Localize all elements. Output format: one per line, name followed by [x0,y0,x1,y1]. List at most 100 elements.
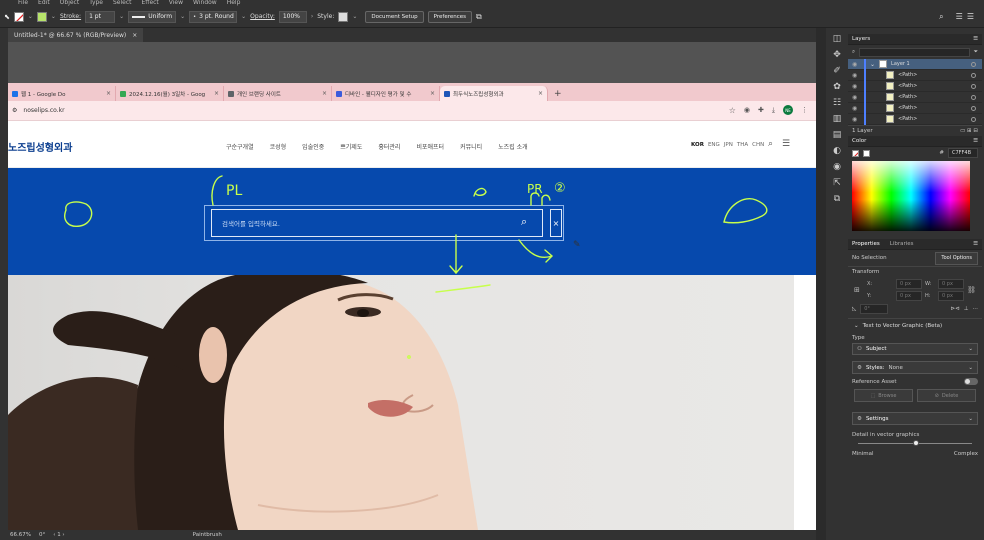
layer-name: <Path> [898,83,918,89]
type-dropdown[interactable]: ⚇ Subject ⌄ [852,343,978,355]
transparency-icon[interactable]: ▤ [833,130,842,140]
layer-actions-icon[interactable]: ▭ ⊞ ⊟ [960,128,978,134]
layer-row[interactable]: ◉ ⌄ Layer 1 [848,58,982,70]
annotation-underline [435,284,491,293]
visibility-eye-icon[interactable]: ◉ [852,83,860,90]
target-circle-icon[interactable] [971,105,976,111]
chevron-down-icon: ⌄ [968,415,973,422]
browse-icon: ⬚ [870,392,876,399]
styles-dropdown[interactable]: ⚙ Styles: None ⌄ [852,361,978,374]
search-icon: ⌕ [852,48,856,55]
color-controls: # C7FF4B [848,147,982,159]
reference-point-icon[interactable]: ⊞ [854,286,864,294]
target-circle-icon[interactable] [971,61,976,67]
link-icon[interactable]: ⛓ [967,286,977,294]
flip-horizontal-icon[interactable]: ⊳⊲ [950,306,959,312]
brushes-icon[interactable]: ✐ [833,66,841,76]
layers-search[interactable]: ⌕ ⏷ [848,45,982,59]
tab-color[interactable]: Color [852,138,866,144]
libraries-icon[interactable]: ✥ [833,50,841,60]
white-swatch[interactable] [863,149,870,157]
target-circle-icon[interactable] [971,83,976,89]
flip-vertical-icon[interactable]: ⊥ [964,306,969,312]
color-panel-header[interactable]: Color ☰ [848,136,982,147]
subject-icon: ⚇ [857,346,862,352]
target-circle-icon[interactable] [971,94,976,100]
expand-chevron-icon[interactable]: ⌄ [870,61,875,68]
h-label: H: [925,293,931,299]
more-options-icon[interactable]: ⋯ [973,306,979,312]
layers-panel-header[interactable]: Layers ☰ [848,34,982,45]
reference-asset-toggle[interactable] [964,378,978,385]
layer-color-bar [864,102,866,114]
filter-icon[interactable]: ⏷ [974,49,978,56]
target-circle-icon[interactable] [971,72,976,78]
visibility-eye-icon[interactable]: ◉ [852,94,860,101]
h-value: 0 px [942,293,953,299]
annotation-arrow-down [449,234,463,275]
y-field[interactable]: 0 px [896,291,922,301]
layer-list: ◉ ⌄ Layer 1 ◉ <Path> ◉ <Path> ◉ <Path> ◉ <Path> ◉ <P… [848,58,982,125]
visibility-eye-icon[interactable]: ◉ [852,72,860,79]
delete-button[interactable]: ⊘ Delete [917,389,976,402]
detail-label: Detail in vector graphics [852,431,920,438]
asset-export-icon[interactable]: ⇱ [833,178,841,188]
w-field[interactable]: 0 px [938,279,964,289]
rotate-row: ◺ 0° ⊳⊲ ⊥ ⋯ [848,303,982,314]
w-label: W: [925,281,932,287]
artboard-navigator[interactable]: ‹ 1 › [53,532,64,538]
h-field[interactable]: 0 px [938,291,964,301]
more-menu-icon[interactable]: ☰ [967,12,974,21]
x-field[interactable]: 0 px [896,279,922,289]
layer-row[interactable]: ◉ <Path> [848,102,982,114]
symbols-icon[interactable]: ✿ [833,82,841,92]
layer-row[interactable]: ◉ <Path> [848,69,982,81]
rotation-value[interactable]: 0° [39,532,45,538]
transform-fields: ⊞ X: 0 px W: 0 px ⛓ Y: 0 px H: 0 px [848,277,982,303]
settings-gear-icon: ⚙ [857,415,862,422]
graphic-styles-icon[interactable]: ◉ [833,162,841,172]
annotation-blob-right [723,198,768,224]
styles-label: Styles: [865,364,885,371]
tab-properties[interactable]: Properties [852,241,880,247]
artboards-icon[interactable]: ⧉ [834,194,840,204]
panel-menu-icon[interactable]: ☰ [973,138,978,144]
delete-icon: ⊘ [934,392,939,399]
search-icon[interactable]: ⌕ [939,12,943,22]
appearance-icon[interactable]: ◐ [833,146,841,156]
hex-field[interactable]: C7FF4B [948,148,978,158]
rotate-field[interactable]: 0° [860,303,889,314]
gradient-icon[interactable]: ▥ [833,114,842,124]
layer-thumbnail [886,115,894,123]
detail-slider[interactable] [858,440,972,448]
color-spectrum-shade [852,161,970,231]
x-label: X: [867,281,873,287]
layer-thumbnail [886,82,894,90]
dock-scroll-strip[interactable] [816,28,826,540]
settings-dropdown[interactable]: ⚙ Settings ⌄ [852,412,978,425]
visibility-eye-icon[interactable]: ◉ [852,116,860,123]
layer-row[interactable]: ◉ <Path> [848,80,982,92]
text-to-vector-section[interactable]: ⌄ Text to Vector Graphic (Beta) [848,318,982,332]
properties-icon[interactable]: ◫ [833,34,842,44]
tab-layers[interactable]: Layers [852,36,870,42]
target-circle-icon[interactable] [971,116,976,122]
text-to-vector-title: Text to Vector Graphic (Beta) [862,322,943,329]
browse-button[interactable]: ⬚ Browse [854,389,913,402]
layer-row[interactable]: ◉ <Path> [848,113,982,125]
panel-menu-icon[interactable]: ☰ [973,241,978,247]
tool-options-button[interactable]: Tool Options [935,251,978,265]
align-icon[interactable]: ☰ [956,12,963,21]
zoom-level[interactable]: 66.67% [10,532,31,538]
fill-none-swatch[interactable] [852,149,859,157]
y-value: 0 px [900,293,911,299]
layer-row[interactable]: ◉ <Path> [848,91,982,103]
visibility-eye-icon[interactable]: ◉ [852,61,860,68]
visibility-eye-icon[interactable]: ◉ [852,105,860,112]
layer-name: <Path> [898,105,918,111]
layer-thumbnail [879,60,888,68]
tab-libraries[interactable]: Libraries [890,241,914,247]
styles-gear-icon: ⚙ [857,364,862,371]
swatches-icon[interactable]: ☷ [833,98,841,108]
panel-menu-icon[interactable]: ☰ [973,36,978,42]
